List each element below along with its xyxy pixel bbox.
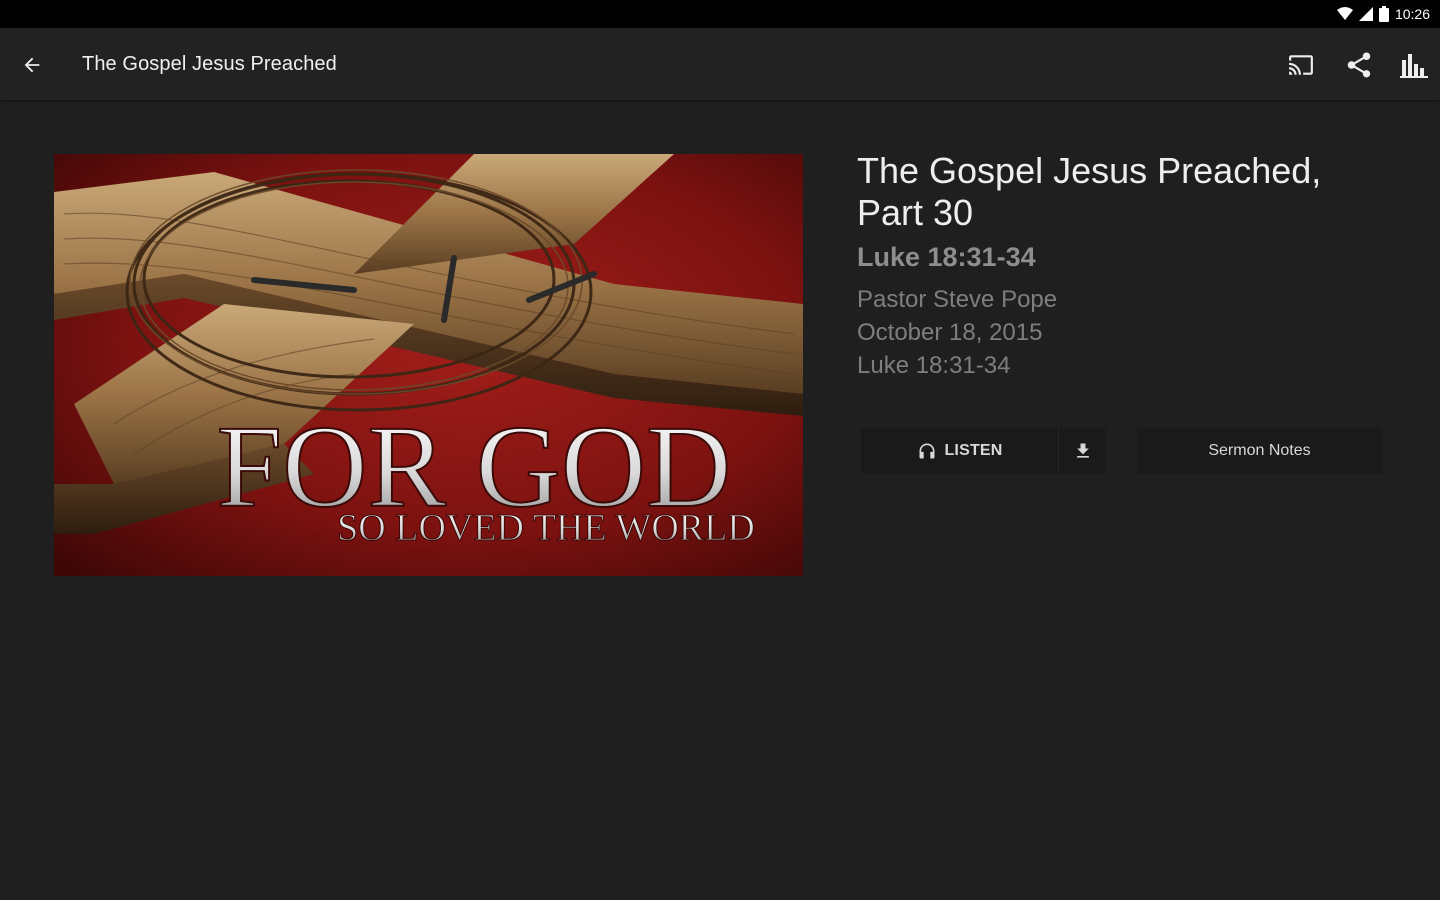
status-icons: 10:26 [1336, 5, 1430, 23]
headphones-icon [919, 443, 935, 459]
sermon-artwork: FOR GOD SO LOVED THE WORLD [54, 154, 803, 576]
sermon-title: The Gospel Jesus Preached, Part 30 [857, 150, 1322, 233]
sermon-notes-label: Sermon Notes [1208, 442, 1311, 459]
cast-icon [1289, 55, 1313, 75]
sermon-speaker: Pastor Steve Pope [857, 286, 1058, 313]
status-time: 10:26 [1394, 6, 1430, 22]
cast-button[interactable] [1283, 48, 1319, 82]
battery-icon [1378, 6, 1389, 22]
listen-label: LISTEN [944, 442, 1003, 459]
download-button[interactable] [1058, 428, 1106, 474]
artwork-subline: SO LOVED THE WORLD [337, 507, 755, 549]
sermon-passage: Luke 18:31-34 [857, 352, 1011, 379]
sermon-date: October 18, 2015 [857, 319, 1043, 346]
back-arrow-icon [24, 57, 40, 73]
share-icon [1347, 52, 1371, 78]
wifi-icon [1336, 7, 1353, 20]
share-button[interactable] [1341, 48, 1377, 82]
stats-icon [1400, 54, 1428, 78]
app-title: The Gospel Jesus Preached [82, 53, 337, 75]
back-button[interactable] [14, 50, 50, 80]
sermon-details: The Gospel Jesus Preached, Part 30 Luke … [857, 150, 1417, 382]
sermon-scripture: Luke 18:31-34 [857, 242, 1036, 272]
listen-group: LISTEN [861, 428, 1106, 474]
signal-icon [1358, 7, 1373, 21]
listen-button[interactable]: LISTEN [861, 428, 1058, 474]
download-icon [1076, 443, 1089, 458]
app-bar: The Gospel Jesus Preached [0, 28, 1440, 100]
sermon-artwork-image: FOR GOD SO LOVED THE WORLD [54, 154, 803, 576]
status-bar: 10:26 [0, 0, 1440, 28]
sermon-notes-button[interactable]: Sermon Notes [1137, 428, 1382, 474]
stats-button[interactable] [1396, 48, 1432, 82]
